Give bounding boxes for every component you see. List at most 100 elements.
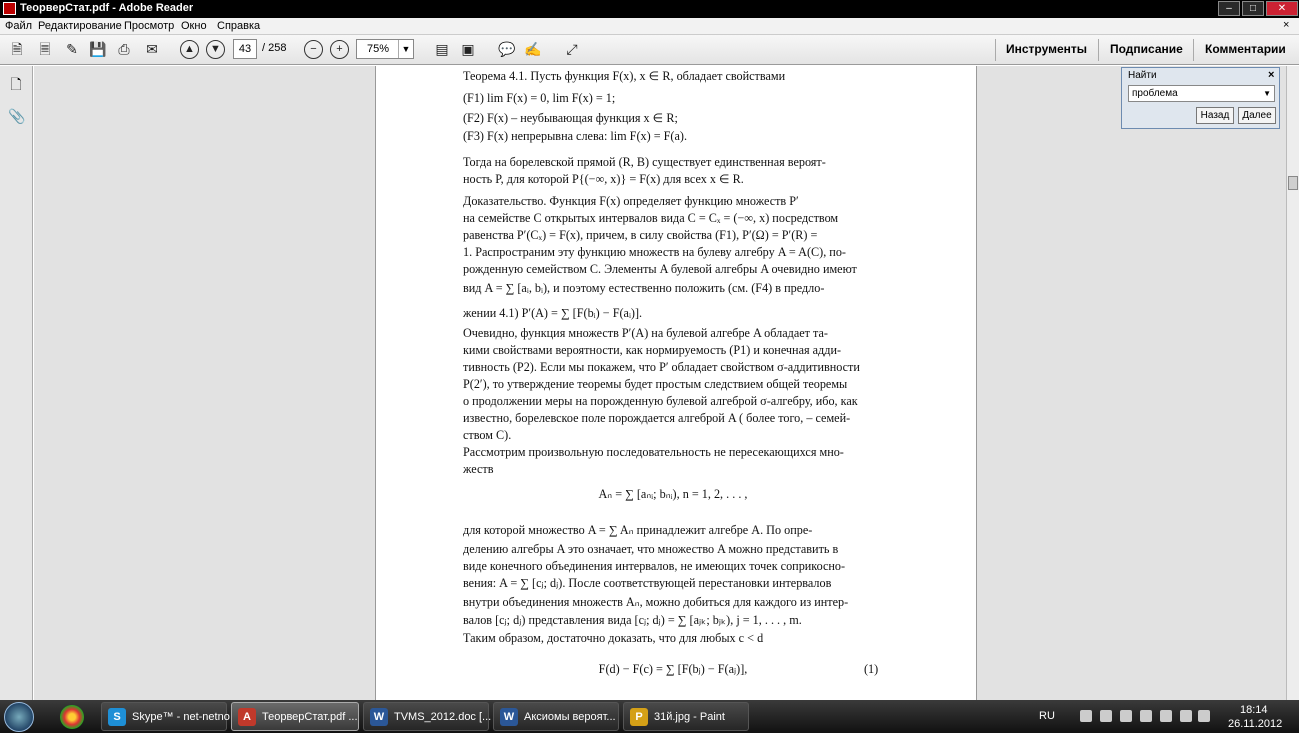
next-page-icon[interactable]: ▼ bbox=[206, 40, 225, 59]
find-panel: Найти × проблема ▼ Назад Далее bbox=[1121, 67, 1280, 129]
volume-icon[interactable] bbox=[1198, 710, 1210, 722]
text-line: Рассмотрим произвольную последовательнос… bbox=[463, 445, 844, 459]
minimize-button[interactable]: – bbox=[1218, 1, 1240, 16]
paint-icon: P bbox=[630, 708, 648, 726]
chevron-down-icon[interactable]: ▼ bbox=[398, 40, 413, 58]
taskbar-item-word-1[interactable]: W TVMS_2012.doc [... bbox=[363, 702, 492, 731]
find-back-button[interactable]: Назад bbox=[1196, 107, 1234, 124]
find-input[interactable]: проблема ▼ bbox=[1128, 85, 1275, 102]
scrollbar-thumb[interactable] bbox=[1288, 176, 1298, 190]
text-line: рожденную семейством C. Элементы A булев… bbox=[463, 262, 857, 276]
page-thumbnails-icon[interactable]: 🗋 bbox=[8, 74, 24, 92]
toolbar-divider bbox=[1193, 39, 1194, 61]
menu-file[interactable]: Файл bbox=[5, 20, 32, 32]
chrome-icon[interactable] bbox=[60, 705, 84, 729]
comment-icon[interactable]: 💬 bbox=[496, 39, 518, 61]
sign-button[interactable]: Подписание bbox=[1110, 42, 1183, 56]
find-next-button[interactable]: Далее bbox=[1238, 107, 1276, 124]
tray-icon[interactable] bbox=[1120, 710, 1132, 722]
tools-button[interactable]: Инструменты bbox=[1006, 42, 1087, 56]
vertical-scrollbar[interactable] bbox=[1286, 66, 1299, 700]
text-line: Таким образом, достаточно доказать, что … bbox=[463, 631, 764, 645]
print-icon[interactable]: ⎙ bbox=[113, 39, 135, 61]
text-line: вения: A = ∑ [cⱼ; dⱼ). После соответству… bbox=[463, 576, 832, 590]
formula: F(d) − F(c) = ∑ [F(bⱼ) − F(aⱼ)], bbox=[598, 662, 748, 676]
menu-view[interactable]: Просмотр bbox=[124, 20, 174, 32]
text-line: жеств bbox=[463, 462, 494, 476]
fullscreen-icon[interactable]: ⤢ bbox=[561, 39, 583, 61]
tray-icon[interactable] bbox=[1100, 710, 1112, 722]
text-line: вид A = ∑ [aᵢ, bᵢ), и поэтому естественн… bbox=[463, 281, 825, 295]
comment-button[interactable]: Комментарии bbox=[1205, 42, 1286, 56]
tray-icon[interactable] bbox=[1160, 710, 1172, 722]
previous-page-icon[interactable]: ▲ bbox=[180, 40, 199, 59]
tray-icon[interactable] bbox=[1140, 710, 1152, 722]
create-pdf-icon[interactable]: 🗎 bbox=[6, 39, 28, 61]
edit-pdf-icon[interactable]: ✎ bbox=[61, 39, 83, 61]
clock-time[interactable]: 18:14 bbox=[1240, 704, 1268, 716]
email-icon[interactable]: ✉ bbox=[141, 39, 163, 61]
menu-edit[interactable]: Редактирование bbox=[38, 20, 122, 32]
text-line: 1. Распространим эту функцию множеств на… bbox=[463, 245, 846, 259]
task-label: ТеорверСтат.pdf ... bbox=[262, 711, 358, 723]
highlight-icon[interactable]: ✍ bbox=[522, 39, 544, 61]
word-icon: W bbox=[370, 708, 388, 726]
taskbar-item-paint[interactable]: P 31й.jpg - Paint bbox=[623, 702, 749, 731]
text-line: Тогда на борелевской прямой (R, B) сущес… bbox=[463, 155, 826, 169]
document-viewer[interactable]: Теорема 4.1. Пусть функция F(x), x ∈ R, … bbox=[34, 66, 1286, 700]
toolbar-divider bbox=[995, 39, 996, 61]
save-icon[interactable]: 💾 bbox=[87, 39, 109, 61]
text-line: кими свойствами вероятности, как нормиру… bbox=[463, 343, 842, 357]
text-line: ством C). bbox=[463, 428, 512, 442]
text-line: жении 4.1) P′(A) = ∑ [F(bᵢ) − F(aᵢ)]. bbox=[463, 306, 643, 320]
close-icon[interactable]: × bbox=[1268, 69, 1274, 81]
fit-page-icon[interactable]: ▤ bbox=[431, 39, 453, 61]
fit-width-icon[interactable]: ▣ bbox=[457, 39, 479, 61]
convert-icon[interactable]: 🗏 bbox=[34, 39, 56, 61]
task-label: Skype™ - net-netno bbox=[132, 711, 230, 723]
text-line: ность P, для которой P{(−∞, x)} = F(x) д… bbox=[463, 172, 744, 186]
task-label: TVMS_2012.doc [... bbox=[394, 711, 492, 723]
text-line: P(2′), то утверждение теоремы будет прос… bbox=[463, 377, 848, 391]
text-line: на семействе C открытых интервалов вида … bbox=[463, 211, 839, 225]
zoom-value: 75% bbox=[367, 43, 390, 55]
menu-close-icon[interactable]: × bbox=[1283, 19, 1289, 31]
start-button[interactable] bbox=[4, 702, 34, 732]
chevron-down-icon[interactable]: ▼ bbox=[1263, 86, 1271, 101]
zoom-select[interactable]: 75% ▼ bbox=[356, 39, 414, 59]
language-indicator[interactable]: RU bbox=[1039, 710, 1055, 722]
maximize-button[interactable]: □ bbox=[1242, 1, 1264, 16]
tray-icon[interactable] bbox=[1080, 710, 1092, 722]
formula: Aₙ = ∑ [aₙᵢ; bₙᵢ), n = 1, 2, . . . , bbox=[598, 487, 748, 501]
network-icon[interactable] bbox=[1180, 710, 1192, 722]
text-line: (F2) F(x) – неубывающая функция x ∈ R; bbox=[463, 111, 678, 125]
text-line: делению алгебры A это означает, что множ… bbox=[463, 542, 839, 556]
taskbar-item-adobe-reader[interactable]: A ТеорверСтат.pdf ... bbox=[231, 702, 359, 731]
skype-icon: S bbox=[108, 708, 126, 726]
text-line: (F3) F(x) непрерывна слева: lim F(x) = F… bbox=[463, 129, 687, 143]
taskbar-item-word-2[interactable]: W Аксиомы вероят... bbox=[493, 702, 619, 731]
text-line: Теорема 4.1. Пусть функция F(x), x ∈ R, … bbox=[463, 69, 786, 83]
text-line: тивность (P2). Если мы покажем, что P′ о… bbox=[463, 360, 860, 374]
pdf-page: Теорема 4.1. Пусть функция F(x), x ∈ R, … bbox=[375, 66, 977, 700]
zoom-out-icon[interactable]: − bbox=[304, 40, 323, 59]
zoom-in-icon[interactable]: + bbox=[330, 40, 349, 59]
pdf-icon: A bbox=[238, 708, 256, 726]
attachments-icon[interactable]: 📎 bbox=[8, 108, 25, 126]
task-label: 31й.jpg - Paint bbox=[654, 711, 725, 723]
taskbar-item-skype[interactable]: S Skype™ - net-netno bbox=[101, 702, 230, 731]
clock-date[interactable]: 26.11.2012 bbox=[1228, 718, 1282, 730]
menu-window[interactable]: Окно bbox=[181, 20, 207, 32]
navigation-panel: 🗋 📎 bbox=[0, 66, 33, 700]
text-line: Очевидно, функция множеств P′(A) на буле… bbox=[463, 326, 828, 340]
text-line: равенства P′(Cₓ) = F(x), причем, в силу … bbox=[463, 228, 818, 242]
equation-number: (1) bbox=[864, 662, 879, 676]
close-button[interactable]: ✕ bbox=[1266, 1, 1298, 16]
word-icon: W bbox=[500, 708, 518, 726]
menu-help[interactable]: Справка bbox=[217, 20, 260, 32]
task-label: Аксиомы вероят... bbox=[524, 711, 616, 723]
toolbar: 🗎 🗏 ✎ 💾 ⎙ ✉ ▲ ▼ − + ▤ ▣ 💬 ✍ ⤢ bbox=[0, 35, 1299, 65]
text-line: для которой множество A = ∑ Aₙ принадлеж… bbox=[463, 523, 813, 537]
page-number-input[interactable]: 43 bbox=[233, 39, 257, 59]
text-line: валов [cⱼ; dⱼ) представления вида [cⱼ; d… bbox=[463, 613, 802, 627]
